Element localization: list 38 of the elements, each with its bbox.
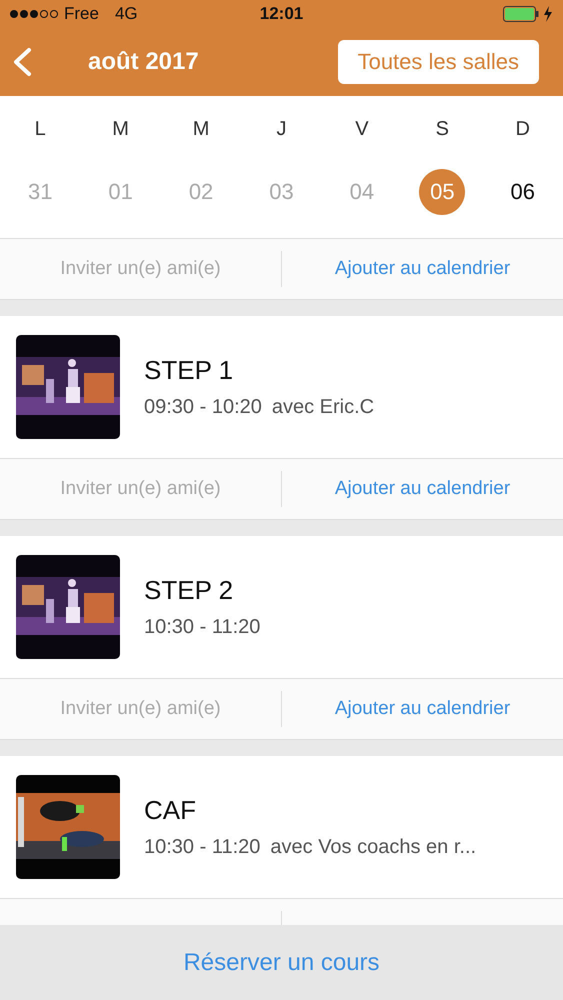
weekday-label: M — [112, 118, 129, 140]
clock: 12:01 — [260, 4, 304, 23]
weekday-label: D — [516, 118, 530, 140]
day-button[interactable]: 06 — [500, 169, 546, 215]
class-time: 09:30 - 10:20 — [144, 396, 262, 419]
carrier-label: Free — [64, 4, 99, 24]
class-title: STEP 2 — [144, 575, 234, 606]
weekday-label: V — [355, 118, 369, 140]
weekday-label: L — [34, 118, 46, 140]
add-to-calendar-link[interactable]: Ajouter au calendrier — [282, 698, 563, 720]
signal-icon — [10, 10, 58, 18]
weekday-label: S — [436, 118, 450, 140]
all-rooms-button[interactable]: Toutes les salles — [338, 40, 539, 84]
class-time: 10:30 - 11:20 — [144, 836, 260, 859]
invite-friend-link[interactable]: Inviter un(e) ami(e) — [0, 478, 281, 500]
add-to-calendar-link[interactable]: Ajouter au calendrier — [282, 258, 563, 280]
back-icon[interactable] — [12, 47, 32, 77]
day-button[interactable]: 05 — [419, 169, 466, 215]
day-button[interactable]: 02 — [178, 169, 224, 215]
day-button[interactable]: 01 — [98, 169, 144, 215]
invite-friend-link[interactable]: Inviter un(e) ami(e) — [0, 698, 281, 720]
day-button[interactable]: 03 — [258, 169, 304, 215]
class-title: CAF — [144, 795, 197, 826]
day-button[interactable]: 04 — [338, 169, 385, 215]
coach-name: avec Eric.C — [272, 396, 374, 419]
weekday-label: M — [192, 118, 210, 140]
battery-icon — [503, 6, 539, 22]
add-to-calendar-link[interactable]: Ajouter au calendrier — [282, 478, 563, 500]
invite-friend-link[interactable]: Inviter un(e) ami(e) — [0, 258, 281, 280]
class-time: 10:30 - 11:20 — [144, 616, 260, 639]
coach-name: avec Vos coachs en r... — [270, 836, 476, 859]
book-class-button[interactable]: Réserver un cours — [177, 948, 386, 978]
day-button[interactable]: 31 — [17, 169, 64, 215]
network-label: 4G — [114, 4, 138, 24]
month-title: août 2017 — [88, 48, 199, 76]
class-title: STEP 1 — [144, 355, 234, 386]
weekday-label: J — [276, 118, 286, 140]
charging-icon — [543, 6, 553, 22]
